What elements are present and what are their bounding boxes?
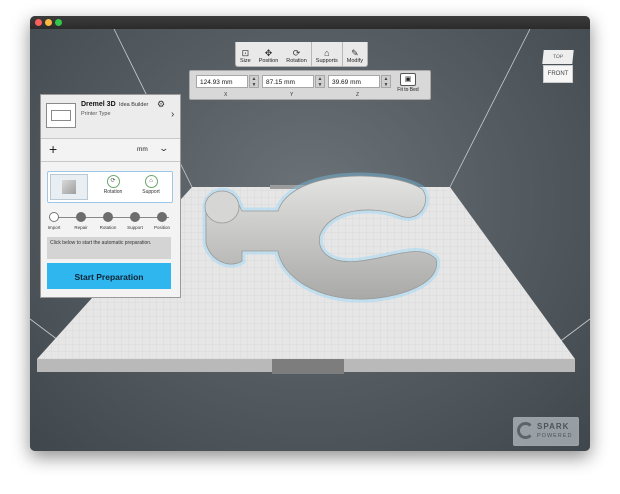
size-z-stepper[interactable]: ▲ ▼ bbox=[381, 75, 391, 88]
chevron-down-icon[interactable]: ⌄ bbox=[158, 143, 169, 154]
dimensions-bar: 124.93 mm ▲ ▼ X 87.15 mm ▲ ▼ Y 39.69 mm ▲ ▼… bbox=[189, 70, 431, 100]
minimize-button[interactable] bbox=[45, 19, 52, 26]
printer-name: Dremel 3D bbox=[81, 101, 116, 108]
supports-icon: ⌂ bbox=[324, 48, 330, 58]
step-repair-label: Repair bbox=[74, 225, 88, 230]
toolbar-position-label: Position bbox=[258, 58, 279, 64]
rotation-icon: ⟳ bbox=[292, 48, 301, 58]
step-rotation-dot[interactable] bbox=[103, 212, 113, 222]
toolbar-modify-button[interactable]: ✎ Modify bbox=[343, 42, 367, 66]
tool-tiles: ⟳ Rotation ⌂ Support bbox=[47, 171, 173, 203]
size-y-field[interactable]: 87.15 mm bbox=[262, 75, 314, 88]
support-tool-label: Support bbox=[142, 189, 160, 195]
size-x-stepper[interactable]: ▲ ▼ bbox=[249, 75, 259, 88]
position-icon: ✥ bbox=[264, 48, 273, 58]
model-knob bbox=[204, 190, 240, 224]
support-tool-button[interactable]: ⌂ Support bbox=[134, 174, 168, 200]
step-import-dot[interactable] bbox=[49, 212, 59, 222]
toolbar-rotation-button[interactable]: ⟳ Rotation bbox=[282, 42, 311, 66]
3d-viewport[interactable]: ⊡ Size ✥ Position ⟳ Rotation ⌂ Supports … bbox=[30, 29, 590, 451]
toolbar-modify-label: Modify bbox=[346, 58, 363, 64]
step-import-label: Import bbox=[47, 225, 61, 230]
toolbar-supports-button[interactable]: ⌂ Supports bbox=[312, 42, 342, 66]
printer-type-label: Printer Type bbox=[81, 111, 111, 117]
app-window: ⊡ Size ✥ Position ⟳ Rotation ⌂ Supports … bbox=[30, 16, 590, 451]
view-cube-top[interactable]: TOP bbox=[542, 50, 574, 64]
printer-icon bbox=[46, 103, 76, 128]
support-icon: ⌂ bbox=[144, 175, 158, 188]
printer-model: Idea Builder bbox=[119, 102, 149, 108]
step-position-label: Position bbox=[153, 225, 170, 230]
rotation-icon: ⟳ bbox=[106, 175, 120, 188]
top-toolbar: ⊡ Size ✥ Position ⟳ Rotation ⌂ Supports … bbox=[235, 42, 368, 67]
size-z-field[interactable]: 39.69 mm bbox=[328, 75, 380, 88]
view-cube[interactable]: TOP FRONT bbox=[542, 50, 574, 92]
plate-notch bbox=[272, 359, 344, 374]
modify-icon: ✎ bbox=[351, 48, 359, 58]
zoom-button[interactable] bbox=[55, 19, 62, 26]
spark-powered-text: POWERED bbox=[537, 433, 573, 439]
size-icon: ⊡ bbox=[241, 48, 250, 58]
view-cube-front[interactable]: FRONT bbox=[543, 65, 573, 83]
units-select[interactable]: mm bbox=[137, 146, 148, 153]
title-bar bbox=[30, 16, 590, 29]
spark-swirl-icon bbox=[517, 422, 534, 439]
size-y-stepper[interactable]: ▲ ▼ bbox=[315, 75, 325, 88]
add-model-button[interactable]: + bbox=[49, 141, 57, 157]
instruction-message: Click below to start the automatic prepa… bbox=[47, 237, 171, 259]
spark-logo: SPARK POWERED bbox=[513, 417, 579, 446]
toolbar-rotation-label: Rotation bbox=[286, 58, 307, 64]
fit-to-bed-button[interactable]: ▣ Fit to Bed bbox=[392, 73, 424, 97]
axis-z-label: Z bbox=[356, 92, 360, 98]
printer-selector[interactable]: Dremel 3D Idea Builder Printer Type ⚙ › bbox=[41, 95, 180, 139]
size-x-field[interactable]: 124.93 mm bbox=[196, 75, 248, 88]
preparation-steps: Import Repair Rotation Support Position bbox=[48, 212, 173, 232]
toolbar-size-button[interactable]: ⊡ Size bbox=[236, 42, 255, 66]
step-position-dot[interactable] bbox=[157, 212, 167, 222]
spark-brand-text: SPARK bbox=[537, 422, 570, 431]
guide-line bbox=[449, 29, 531, 188]
rotation-tool-button[interactable]: ⟳ Rotation bbox=[96, 174, 130, 200]
step-repair-dot[interactable] bbox=[76, 212, 86, 222]
units-row: + mm ⌄ bbox=[41, 139, 180, 162]
axis-x-label: X bbox=[224, 92, 228, 98]
toolbar-size-label: Size bbox=[240, 58, 251, 64]
rotation-tool-label: Rotation bbox=[103, 189, 123, 195]
step-support-dot[interactable] bbox=[130, 212, 140, 222]
start-preparation-button[interactable]: Start Preparation bbox=[47, 263, 171, 289]
preparation-panel: Dremel 3D Idea Builder Printer Type ⚙ › … bbox=[40, 94, 181, 298]
gear-icon[interactable]: ⚙ bbox=[157, 99, 165, 110]
fit-to-bed-icon: ▣ bbox=[400, 73, 416, 86]
fit-to-bed-label: Fit to Bed bbox=[397, 87, 419, 93]
axis-y-label: Y bbox=[290, 92, 294, 98]
step-rotation-label: Rotation bbox=[99, 225, 117, 230]
cube-icon bbox=[62, 180, 76, 194]
step-support-label: Support bbox=[127, 225, 143, 230]
close-button[interactable] bbox=[35, 19, 42, 26]
chevron-right-icon[interactable]: › bbox=[171, 109, 174, 120]
toolbar-supports-label: Supports bbox=[315, 58, 338, 64]
toolbar-position-button[interactable]: ✥ Position bbox=[255, 42, 283, 66]
model-thumbnail[interactable] bbox=[50, 174, 88, 200]
